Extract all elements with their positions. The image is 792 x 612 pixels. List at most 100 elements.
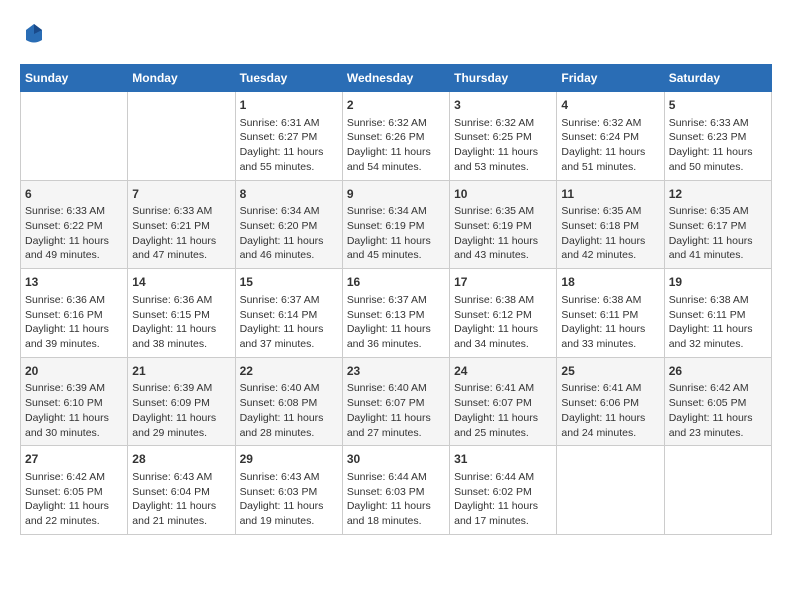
calendar-cell: 8Sunrise: 6:34 AMSunset: 6:20 PMDaylight… <box>235 180 342 269</box>
day-number: 4 <box>561 97 659 114</box>
calendar-cell: 14Sunrise: 6:36 AMSunset: 6:15 PMDayligh… <box>128 269 235 358</box>
day-number: 1 <box>240 97 338 114</box>
col-header-sunday: Sunday <box>21 65 128 92</box>
calendar-cell: 2 Sunrise: 6:32 AMSunset: 6:26 PMDaylight… <box>342 92 449 181</box>
day-info: Sunrise: 6:43 AMSunset: 6:03 PMDaylight:… <box>240 470 338 529</box>
day-info: Sunrise: 6:41 AMSunset: 6:07 PMDaylight:… <box>454 381 552 440</box>
day-info: Sunrise: 6:33 AMSunset: 6:22 PMDaylight:… <box>25 204 123 263</box>
day-info: Sunrise: 6:35 AMSunset: 6:17 PMDaylight:… <box>669 204 767 263</box>
calendar-cell: 21Sunrise: 6:39 AMSunset: 6:09 PMDayligh… <box>128 357 235 446</box>
day-number: 24 <box>454 363 552 380</box>
day-info: Sunrise: 6:38 AMSunset: 6:12 PMDaylight:… <box>454 293 552 352</box>
logo <box>20 20 54 48</box>
day-number: 17 <box>454 274 552 291</box>
calendar-cell: 4Sunrise: 6:32 AMSunset: 6:24 PMDaylight… <box>557 92 664 181</box>
day-number: 15 <box>240 274 338 291</box>
col-header-friday: Friday <box>557 65 664 92</box>
col-header-thursday: Thursday <box>450 65 557 92</box>
day-number: 20 <box>25 363 123 380</box>
day-info: Sunrise: 6:41 AMSunset: 6:06 PMDaylight:… <box>561 381 659 440</box>
day-number: 6 <box>25 186 123 203</box>
calendar-cell: 23Sunrise: 6:40 AMSunset: 6:07 PMDayligh… <box>342 357 449 446</box>
col-header-tuesday: Tuesday <box>235 65 342 92</box>
calendar-cell <box>21 92 128 181</box>
day-number: 23 <box>347 363 445 380</box>
day-info: Sunrise: 6:40 AMSunset: 6:08 PMDaylight:… <box>240 381 338 440</box>
calendar-cell: 25Sunrise: 6:41 AMSunset: 6:06 PMDayligh… <box>557 357 664 446</box>
day-info: Sunrise: 6:33 AMSunset: 6:23 PMDaylight:… <box>669 116 767 175</box>
day-number: 10 <box>454 186 552 203</box>
calendar-cell: 11Sunrise: 6:35 AMSunset: 6:18 PMDayligh… <box>557 180 664 269</box>
day-info: Sunrise: 6:32 AMSunset: 6:25 PMDaylight:… <box>454 116 552 175</box>
day-info: Sunrise: 6:39 AMSunset: 6:10 PMDaylight:… <box>25 381 123 440</box>
week-row-4: 20Sunrise: 6:39 AMSunset: 6:10 PMDayligh… <box>21 357 772 446</box>
day-info: Sunrise: 6:44 AMSunset: 6:03 PMDaylight:… <box>347 470 445 529</box>
day-info: Sunrise: 6:44 AMSunset: 6:02 PMDaylight:… <box>454 470 552 529</box>
day-number: 25 <box>561 363 659 380</box>
day-number: 12 <box>669 186 767 203</box>
day-info: Sunrise: 6:42 AMSunset: 6:05 PMDaylight:… <box>25 470 123 529</box>
calendar-cell: 1 Sunrise: 6:31 AMSunset: 6:27 PMDaylight… <box>235 92 342 181</box>
calendar-cell: 20Sunrise: 6:39 AMSunset: 6:10 PMDayligh… <box>21 357 128 446</box>
calendar-cell: 31 Sunrise: 6:44 AMSunset: 6:02 PMDayligh… <box>450 446 557 535</box>
day-number: 21 <box>132 363 230 380</box>
calendar-cell: 26Sunrise: 6:42 AMSunset: 6:05 PMDayligh… <box>664 357 771 446</box>
day-number: 2 <box>347 97 445 114</box>
day-info: Sunrise: 6:40 AMSunset: 6:07 PMDaylight:… <box>347 381 445 440</box>
day-number: 19 <box>669 274 767 291</box>
day-info: Sunrise: 6:37 AMSunset: 6:14 PMDaylight:… <box>240 293 338 352</box>
day-number: 31 <box>454 451 552 468</box>
day-info: Sunrise: 6:43 AMSunset: 6:04 PMDaylight:… <box>132 470 230 529</box>
day-info: Sunrise: 6:35 AMSunset: 6:19 PMDaylight:… <box>454 204 552 263</box>
day-number: 14 <box>132 274 230 291</box>
calendar-cell: 29 Sunrise: 6:43 AMSunset: 6:03 PMDayligh… <box>235 446 342 535</box>
day-number: 11 <box>561 186 659 203</box>
calendar-cell: 19 Sunrise: 6:38 AMSunset: 6:11 PMDayligh… <box>664 269 771 358</box>
day-number: 3 <box>454 97 552 114</box>
day-number: 13 <box>25 274 123 291</box>
calendar-cell: 28 Sunrise: 6:43 AMSunset: 6:04 PMDayligh… <box>128 446 235 535</box>
calendar-cell: 3 Sunrise: 6:32 AMSunset: 6:25 PMDaylight… <box>450 92 557 181</box>
day-number: 8 <box>240 186 338 203</box>
calendar-cell <box>664 446 771 535</box>
day-number: 22 <box>240 363 338 380</box>
day-info: Sunrise: 6:35 AMSunset: 6:18 PMDaylight:… <box>561 204 659 263</box>
day-info: Sunrise: 6:34 AMSunset: 6:19 PMDaylight:… <box>347 204 445 263</box>
day-info: Sunrise: 6:39 AMSunset: 6:09 PMDaylight:… <box>132 381 230 440</box>
calendar-cell: 9Sunrise: 6:34 AMSunset: 6:19 PMDaylight… <box>342 180 449 269</box>
day-number: 30 <box>347 451 445 468</box>
col-header-monday: Monday <box>128 65 235 92</box>
calendar-cell: 12Sunrise: 6:35 AMSunset: 6:17 PMDayligh… <box>664 180 771 269</box>
calendar-cell: 18Sunrise: 6:38 AMSunset: 6:11 PMDayligh… <box>557 269 664 358</box>
col-header-saturday: Saturday <box>664 65 771 92</box>
day-info: Sunrise: 6:31 AMSunset: 6:27 PMDaylight:… <box>240 116 338 175</box>
day-number: 27 <box>25 451 123 468</box>
calendar-cell: 24Sunrise: 6:41 AMSunset: 6:07 PMDayligh… <box>450 357 557 446</box>
calendar-cell: 5 Sunrise: 6:33 AMSunset: 6:23 PMDaylight… <box>664 92 771 181</box>
day-info: Sunrise: 6:42 AMSunset: 6:05 PMDaylight:… <box>669 381 767 440</box>
day-number: 26 <box>669 363 767 380</box>
calendar-cell <box>557 446 664 535</box>
day-info: Sunrise: 6:34 AMSunset: 6:20 PMDaylight:… <box>240 204 338 263</box>
day-number: 29 <box>240 451 338 468</box>
day-number: 28 <box>132 451 230 468</box>
calendar-header-row: SundayMondayTuesdayWednesdayThursdayFrid… <box>21 65 772 92</box>
week-row-1: 1 Sunrise: 6:31 AMSunset: 6:27 PMDaylight… <box>21 92 772 181</box>
calendar-cell: 7Sunrise: 6:33 AMSunset: 6:21 PMDaylight… <box>128 180 235 269</box>
calendar-cell: 6Sunrise: 6:33 AMSunset: 6:22 PMDaylight… <box>21 180 128 269</box>
calendar-cell: 15 Sunrise: 6:37 AMSunset: 6:14 PMDayligh… <box>235 269 342 358</box>
calendar-cell: 17 Sunrise: 6:38 AMSunset: 6:12 PMDayligh… <box>450 269 557 358</box>
week-row-3: 13Sunrise: 6:36 AMSunset: 6:16 PMDayligh… <box>21 269 772 358</box>
day-number: 5 <box>669 97 767 114</box>
day-info: Sunrise: 6:37 AMSunset: 6:13 PMDaylight:… <box>347 293 445 352</box>
calendar-cell: 16Sunrise: 6:37 AMSunset: 6:13 PMDayligh… <box>342 269 449 358</box>
week-row-2: 6Sunrise: 6:33 AMSunset: 6:22 PMDaylight… <box>21 180 772 269</box>
page-header <box>20 20 772 48</box>
day-info: Sunrise: 6:32 AMSunset: 6:26 PMDaylight:… <box>347 116 445 175</box>
calendar-cell: 27 Sunrise: 6:42 AMSunset: 6:05 PMDayligh… <box>21 446 128 535</box>
calendar-cell: 30 Sunrise: 6:44 AMSunset: 6:03 PMDayligh… <box>342 446 449 535</box>
calendar-cell: 13Sunrise: 6:36 AMSunset: 6:16 PMDayligh… <box>21 269 128 358</box>
day-info: Sunrise: 6:38 AMSunset: 6:11 PMDaylight:… <box>561 293 659 352</box>
day-number: 7 <box>132 186 230 203</box>
day-info: Sunrise: 6:38 AMSunset: 6:11 PMDaylight:… <box>669 293 767 352</box>
